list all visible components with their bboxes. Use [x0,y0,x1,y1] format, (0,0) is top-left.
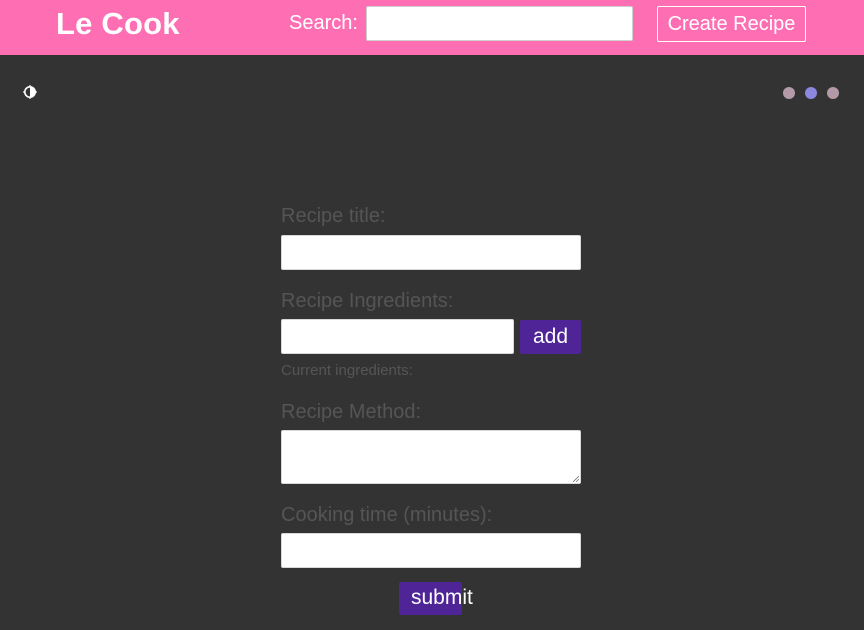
brand-logo[interactable]: Le Cook [56,6,180,42]
search-input[interactable] [366,6,633,41]
cooking-time-label: Cooking time (minutes): [281,504,493,526]
recipe-method-label: Recipe Method: [281,401,422,423]
ingredient-input[interactable] [281,319,514,354]
recipe-method-textarea[interactable] [281,430,581,484]
window-dot-2[interactable] [805,87,817,99]
submit-button-label[interactable]: submit [411,586,473,610]
navbar: Le Cook Search: Create Recipe [0,0,864,55]
contrast-icon[interactable] [23,85,37,99]
window-dot-3[interactable] [827,87,839,99]
recipe-ingredients-label: Recipe Ingredients: [281,290,454,312]
search-label: Search: [289,12,358,34]
cooking-time-input[interactable] [281,533,581,568]
recipe-title-label: Recipe title: [281,205,386,227]
window-dot-1[interactable] [783,87,795,99]
resize-grip-icon[interactable] [573,476,579,482]
create-recipe-button[interactable]: Create Recipe [657,6,806,42]
current-ingredients-label: Current ingredients: [281,362,413,379]
add-ingredient-button[interactable]: add [520,320,581,354]
recipe-title-input[interactable] [281,235,581,270]
